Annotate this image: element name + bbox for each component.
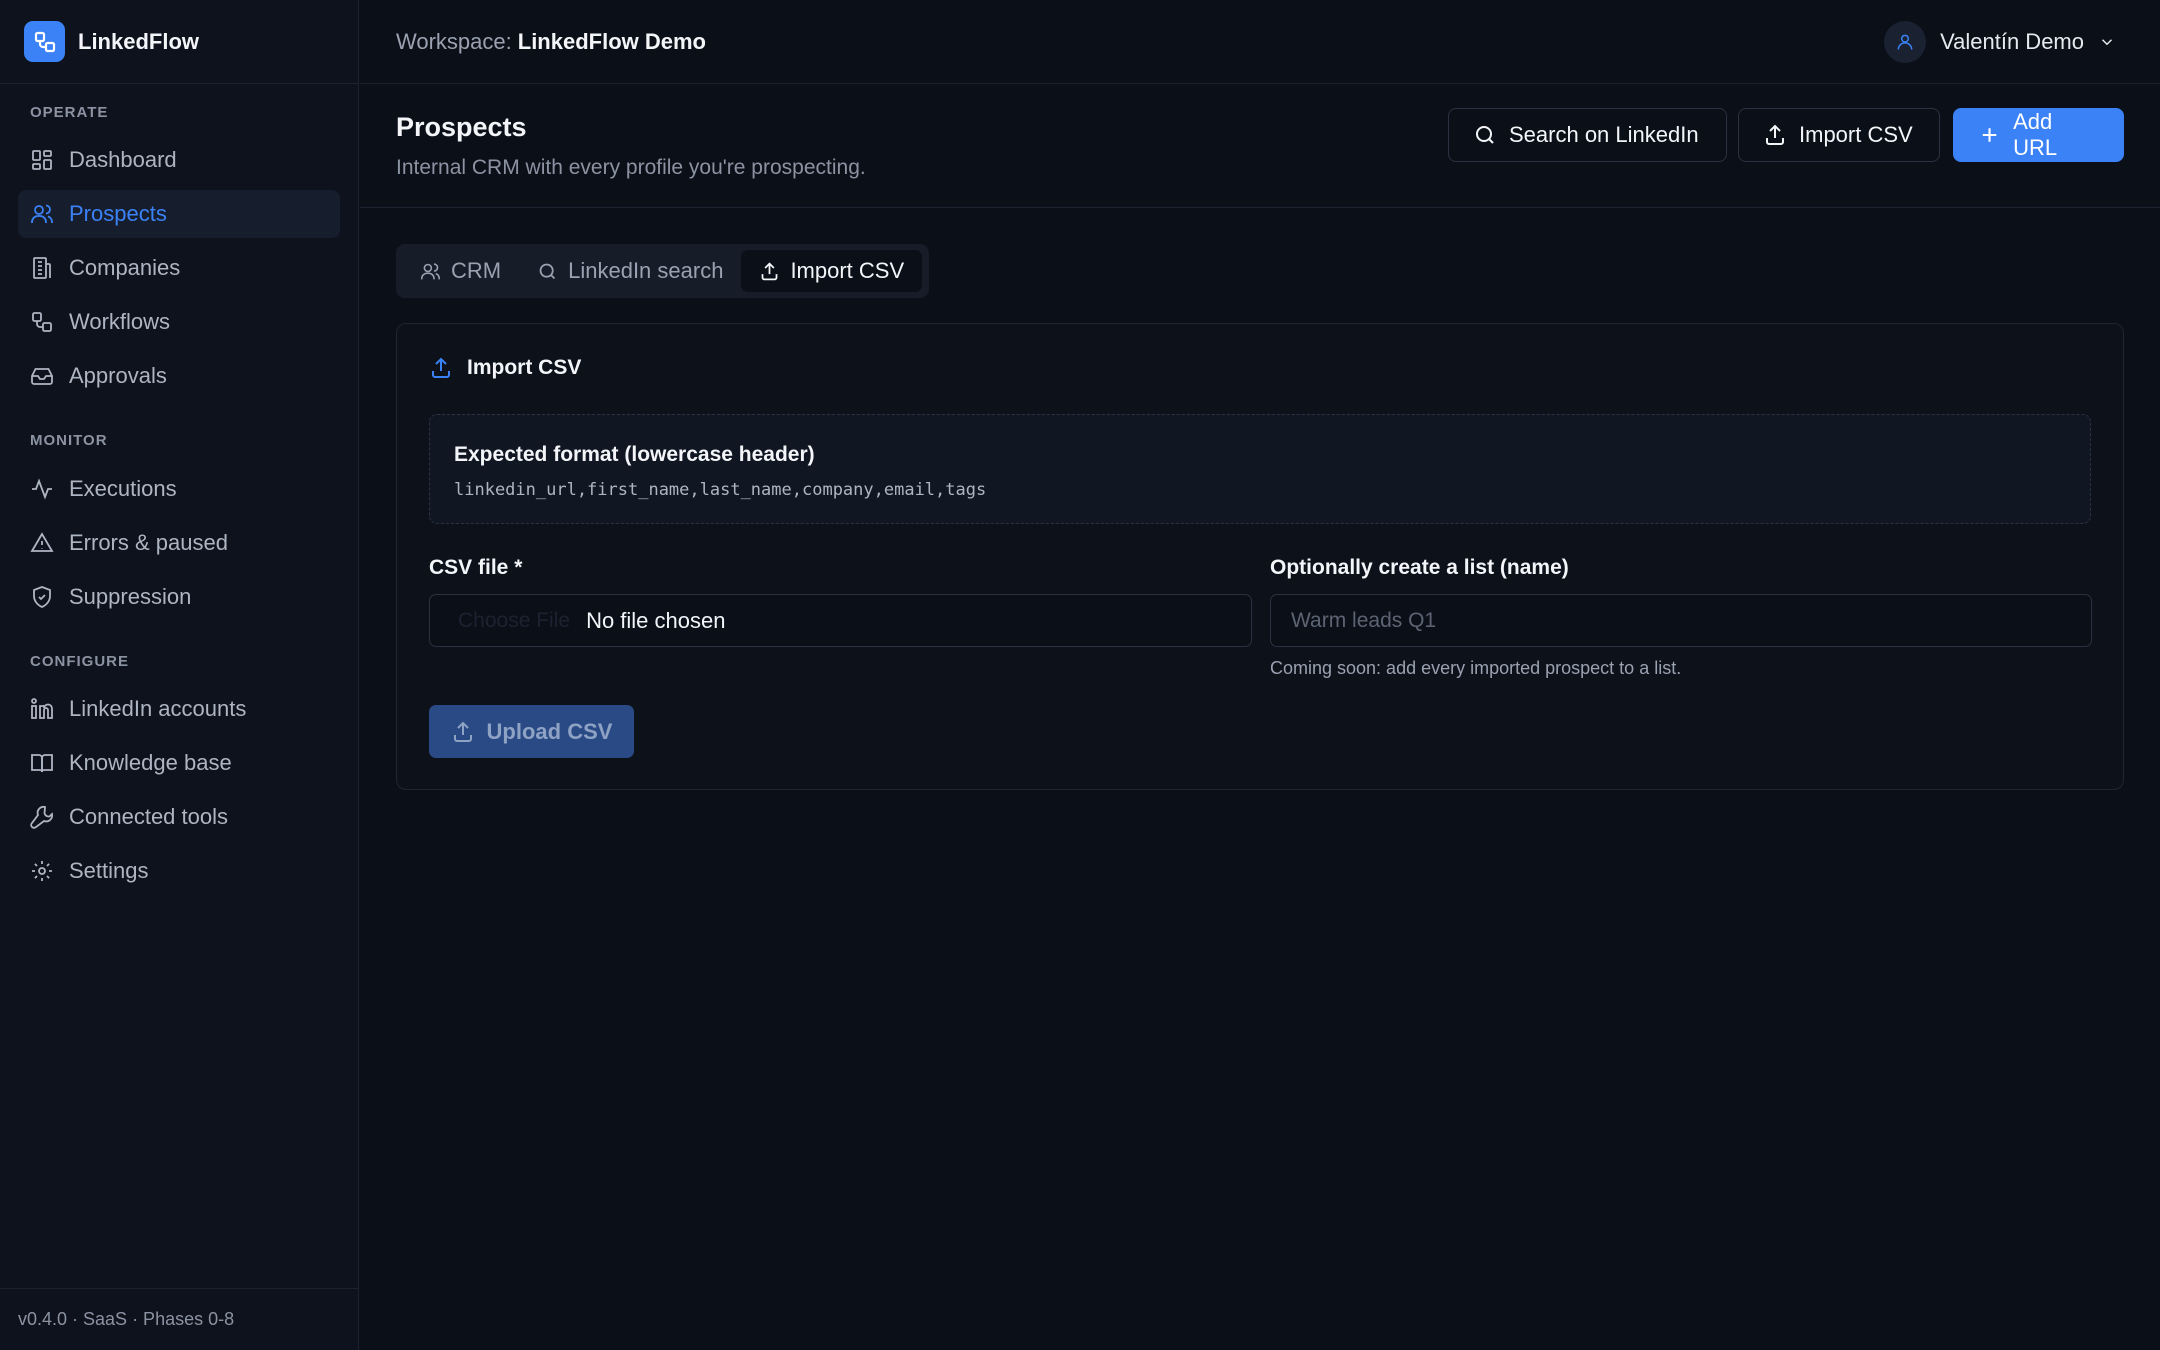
sidebar: LinkedFlow OPERATE Dashboard Prospects C… xyxy=(0,0,359,1350)
upload-icon xyxy=(453,721,472,742)
csv-file-label: CSV file * xyxy=(429,556,523,579)
activity-icon xyxy=(30,477,54,501)
warning-icon xyxy=(30,531,54,555)
search-icon xyxy=(1476,126,1494,144)
plus-icon xyxy=(1982,128,1997,142)
inbox-icon xyxy=(30,364,54,388)
import-csv-button[interactable]: Import CSV xyxy=(1738,108,1940,162)
section-label-monitor: MONITOR xyxy=(30,432,108,449)
sidebar-item-knowledge-base[interactable]: Knowledge base xyxy=(18,739,340,787)
page-header: Prospects Internal CRM with every profil… xyxy=(360,84,2160,208)
format-code: linkedin_url,first_name,last_name,compan… xyxy=(454,480,987,500)
workspace-label: Workspace: xyxy=(396,28,512,54)
sidebar-item-linkedin-accounts[interactable]: LinkedIn accounts xyxy=(18,685,340,733)
sidebar-item-workflows[interactable]: Workflows xyxy=(18,298,340,346)
list-hint: Coming soon: add every imported prospect… xyxy=(1270,658,1682,678)
workflow-logo-icon xyxy=(24,21,65,62)
sidebar-item-prospects[interactable]: Prospects xyxy=(18,190,340,238)
prospect-tabs: CRM LinkedIn search Import CSV xyxy=(396,244,929,298)
sidebar-item-suppression[interactable]: Suppression xyxy=(18,573,340,621)
add-url-button[interactable]: Add URL xyxy=(1953,108,2124,162)
gear-icon xyxy=(30,859,54,883)
expected-format-box: Expected format (lowercase header) linke… xyxy=(429,414,2091,524)
book-icon xyxy=(30,751,54,775)
sidebar-item-errors-paused[interactable]: Errors & paused xyxy=(18,519,340,567)
sidebar-item-label: Approvals xyxy=(69,363,167,388)
sidebar-item-label: Suppression xyxy=(69,584,192,609)
tab-import-csv[interactable]: Import CSV xyxy=(741,250,923,292)
sidebar-item-label: Companies xyxy=(69,255,181,280)
list-name-input[interactable] xyxy=(1270,594,2092,647)
card-title: Import CSV xyxy=(429,356,581,380)
workspace-name: LinkedFlow Demo xyxy=(517,28,706,54)
user-menu[interactable]: Valentín Demo xyxy=(1884,21,2116,63)
section-label-operate: OPERATE xyxy=(30,104,109,121)
linkedin-icon xyxy=(30,697,54,721)
upload-icon xyxy=(432,357,450,378)
choose-file-button[interactable]: Choose File xyxy=(458,609,570,633)
sidebar-item-label: Connected tools xyxy=(69,804,228,829)
tab-linkedin-search[interactable]: LinkedIn search xyxy=(519,250,741,292)
topbar: Workspace: LinkedFlow Demo Valentín Demo xyxy=(360,0,2160,84)
user-icon xyxy=(1897,34,1913,50)
sidebar-item-settings[interactable]: Settings xyxy=(18,847,340,895)
import-csv-card: Import CSV Expected format (lowercase he… xyxy=(396,323,2124,790)
sidebar-item-label: Dashboard xyxy=(69,147,177,172)
sidebar-item-label: Prospects xyxy=(69,201,167,226)
sidebar-item-approvals[interactable]: Approvals xyxy=(18,352,340,400)
upload-csv-button[interactable]: Upload CSV xyxy=(429,705,634,758)
page-title: Prospects xyxy=(396,112,527,142)
building-icon xyxy=(30,256,54,280)
search-linkedin-button[interactable]: Search on LinkedIn xyxy=(1448,108,1727,162)
dashboard-icon xyxy=(30,148,54,172)
search-icon xyxy=(539,263,556,279)
list-name-label: Optionally create a list (name) xyxy=(1270,556,1569,579)
sidebar-item-companies[interactable]: Companies xyxy=(18,244,340,292)
users-icon xyxy=(420,262,441,279)
version-footer: v0.4.0 · SaaS · Phases 0-8 xyxy=(0,1288,359,1350)
brand[interactable]: LinkedFlow xyxy=(0,0,358,84)
upload-icon xyxy=(762,261,778,280)
sidebar-item-connected-tools[interactable]: Connected tools xyxy=(18,793,340,841)
sidebar-item-executions[interactable]: Executions xyxy=(18,465,340,513)
chevron-down-icon xyxy=(2101,39,2113,46)
csv-file-input[interactable]: Choose File No file chosen xyxy=(429,594,1252,647)
sidebar-item-label: Settings xyxy=(69,858,149,883)
format-title: Expected format (lowercase header) xyxy=(454,443,815,466)
page-subtitle: Internal CRM with every profile you're p… xyxy=(396,156,866,179)
shield-icon xyxy=(30,585,54,609)
user-name: Valentín Demo xyxy=(1940,29,2084,54)
workflow-icon xyxy=(30,310,54,334)
sidebar-item-label: Executions xyxy=(69,476,177,501)
sidebar-item-dashboard[interactable]: Dashboard xyxy=(18,136,340,184)
sidebar-item-label: Errors & paused xyxy=(69,530,228,555)
users-icon xyxy=(30,202,54,226)
wrench-icon xyxy=(30,805,54,829)
sidebar-item-label: LinkedIn accounts xyxy=(69,696,247,721)
tab-crm[interactable]: CRM xyxy=(402,250,519,292)
no-file-text: No file chosen xyxy=(586,607,726,633)
upload-icon xyxy=(1766,124,1784,145)
sidebar-item-label: Knowledge base xyxy=(69,750,232,775)
brand-name: LinkedFlow xyxy=(78,28,199,54)
sidebar-item-label: Workflows xyxy=(69,309,171,334)
user-avatar xyxy=(1884,21,1927,63)
section-label-configure: CONFIGURE xyxy=(30,653,129,670)
